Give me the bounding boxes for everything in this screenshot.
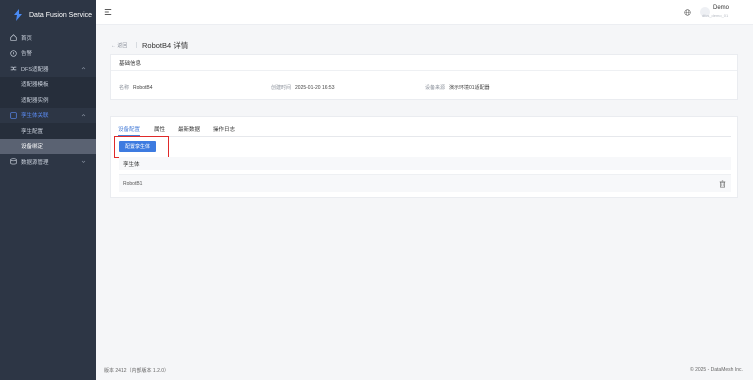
twin-table: 孪生体 RobotB1	[119, 157, 731, 192]
brand-name: Data Fusion Service	[29, 11, 93, 19]
sidebar-nav: 首页 告警 DFS适配器 适配器模板 适配器实例 孪生体关联 孪生配置 设备绑定…	[0, 30, 96, 170]
tab-properties[interactable]: 属性	[154, 125, 165, 133]
table-row: RobotB1	[119, 174, 731, 192]
back-link[interactable]: ← 返回	[111, 42, 127, 49]
info-created-label: 创建时间	[271, 85, 292, 91]
chevron-up-icon	[81, 67, 86, 70]
alert-icon	[9, 49, 17, 57]
device-detail-card: 设备配置 属性 最新数据 操作日志 配置孪生体 孪生体 RobotB1	[110, 116, 738, 198]
sidebar: Data Fusion Service 首页 告警 DFS适配器 适配器模板 适…	[0, 0, 96, 380]
twin-icon	[9, 111, 17, 119]
sidebar-item-label: 适配器模板	[21, 82, 49, 89]
sidebar-item-label: 设备绑定	[21, 144, 44, 151]
info-created: 创建时间 2025-01-20 16:53	[271, 84, 335, 91]
logo-icon	[14, 9, 22, 21]
sidebar-item-dfs-adapter[interactable]: DFS适配器	[0, 61, 96, 77]
sidebar-item-datasource[interactable]: 数据源管理	[0, 154, 96, 170]
chevron-down-icon	[81, 160, 86, 163]
tab-latest-data[interactable]: 最新数据	[178, 125, 200, 133]
back-label: 返回	[117, 43, 128, 49]
tab-device-config[interactable]: 设备配置	[118, 125, 140, 133]
basic-info-heading: 基础信息	[111, 55, 737, 71]
sidebar-item-adapter-template[interactable]: 适配器模板	[0, 76, 96, 92]
basic-info-card: 基础信息 名称 RobotB4 创建时间 2025-01-20 16:53 设备来源…	[110, 54, 738, 100]
footer-version: 版本 2412（内部版本 1.2.0）	[104, 368, 170, 374]
sidebar-item-label: 孪生配置	[21, 128, 44, 135]
user-name[interactable]: Demo	[713, 5, 729, 11]
sidebar-item-label: 首页	[21, 35, 33, 42]
sidebar-item-alerts[interactable]: 告警	[0, 46, 96, 62]
info-name-label: 名称	[119, 85, 130, 91]
title-divider	[136, 42, 137, 48]
chevron-up-icon	[81, 113, 86, 116]
language-globe-icon[interactable]	[684, 9, 691, 16]
sidebar-item-device-binding[interactable]: 设备绑定	[0, 138, 96, 154]
info-source: 设备来源 演示环境01适配器	[425, 84, 490, 91]
sidebar-item-label: 孪生体关联	[21, 113, 49, 120]
menu-toggle-icon[interactable]	[104, 8, 112, 16]
brand[interactable]: Data Fusion Service	[0, 0, 96, 30]
page-title: RobotB4 详情	[142, 41, 189, 50]
sidebar-item-label: 告警	[21, 51, 33, 58]
sidebar-item-label: DFS适配器	[21, 66, 49, 73]
sidebar-item-label: 数据源管理	[21, 159, 49, 166]
info-source-value: 演示环境01适配器	[449, 85, 490, 91]
sidebar-item-twin-config[interactable]: 孪生配置	[0, 123, 96, 139]
tab-bar: 设备配置 属性 最新数据 操作日志	[118, 123, 731, 137]
tab-operation-log[interactable]: 操作日志	[213, 125, 235, 133]
home-icon	[9, 34, 17, 42]
configure-twin-button[interactable]: 配置孪生体	[119, 141, 156, 152]
database-icon	[9, 158, 17, 166]
top-header: Demo dfcs_demo_01	[96, 0, 753, 25]
info-source-label: 设备来源	[425, 85, 446, 91]
delete-icon[interactable]	[719, 180, 726, 188]
sidebar-item-adapter-instance[interactable]: 适配器实例	[0, 92, 96, 108]
sidebar-item-label: 适配器实例	[21, 97, 49, 104]
info-name: 名称 RobotB4	[119, 84, 152, 91]
footer-copyright: © 2025 - DataMesh Inc.	[690, 367, 743, 373]
table-header: 孪生体	[119, 157, 731, 170]
info-name-value: RobotB4	[133, 85, 153, 91]
sidebar-item-home[interactable]: 首页	[0, 30, 96, 46]
info-created-value: 2025-01-20 16:53	[295, 85, 335, 91]
user-account-id: dfcs_demo_01	[702, 13, 729, 18]
shuffle-icon	[9, 65, 17, 73]
sidebar-item-twin-association[interactable]: 孪生体关联	[0, 108, 96, 124]
table-cell-twin: RobotB1	[123, 180, 143, 187]
